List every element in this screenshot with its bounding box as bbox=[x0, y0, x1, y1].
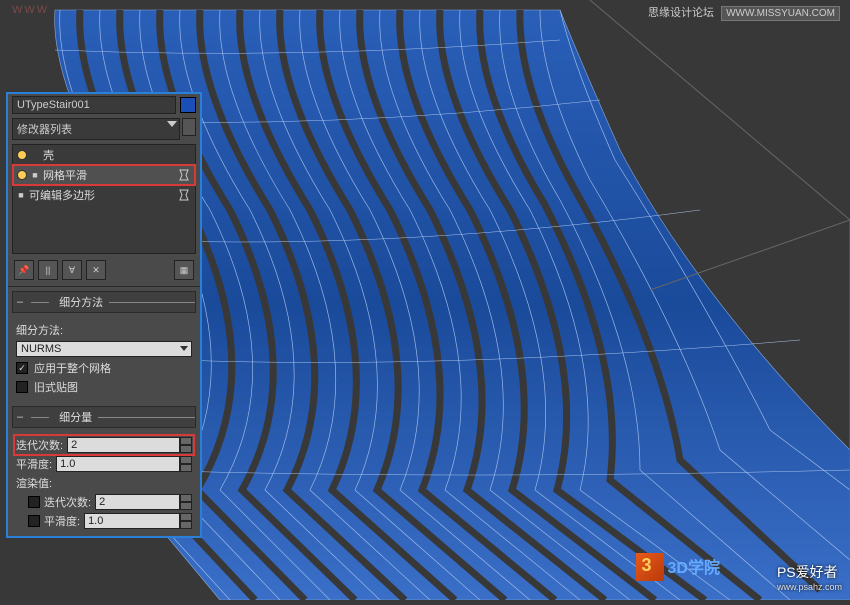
watermark-top-left: WWW bbox=[12, 4, 49, 16]
object-name-field[interactable]: UTypeStair001 bbox=[12, 96, 176, 114]
apply-whole-mesh-checkbox[interactable]: 应用于整个网格 bbox=[16, 360, 192, 376]
configure-sets-button[interactable]: ▦ bbox=[174, 260, 194, 280]
iterations-row: 迭代次数: bbox=[16, 437, 192, 453]
watermark-top-right: 思缘设计论坛 WWW.MISSYUAN.COM bbox=[648, 4, 840, 20]
stack-toolbar: 📌 || ∀ ✕ ▦ bbox=[8, 256, 200, 287]
rollout-subdivision-method[interactable]: – 细分方法 bbox=[12, 291, 196, 313]
lightbulb-icon[interactable] bbox=[17, 150, 27, 160]
iterations-input[interactable] bbox=[67, 437, 180, 453]
render-values-label: 渲染值: bbox=[16, 475, 52, 491]
checkbox-icon bbox=[16, 362, 28, 374]
remove-modifier-button[interactable]: ✕ bbox=[86, 260, 106, 280]
render-iterations-input[interactable] bbox=[95, 494, 180, 510]
modifier-sets-button[interactable] bbox=[182, 118, 196, 136]
spinner-up-button[interactable] bbox=[180, 494, 192, 502]
old-style-checkbox[interactable]: 旧式贴图 bbox=[16, 379, 192, 395]
stack-item-meshsmooth[interactable]: ■ 网格平滑 bbox=[13, 165, 195, 185]
stack-item-shell[interactable]: 壳 bbox=[13, 145, 195, 165]
modifier-stack[interactable]: 壳 ■ 网格平滑 ■ 可编辑多边形 bbox=[12, 144, 196, 254]
object-color-swatch[interactable] bbox=[180, 97, 196, 113]
spinner-up-button[interactable] bbox=[180, 437, 192, 445]
spinner-down-button[interactable] bbox=[180, 445, 192, 453]
show-end-result-icon bbox=[177, 169, 191, 181]
stack-item-editable-poly[interactable]: ■ 可编辑多边形 bbox=[13, 185, 195, 205]
method-label: 细分方法: bbox=[16, 322, 63, 338]
pin-stack-button[interactable]: 📌 bbox=[14, 260, 34, 280]
watermark-3d-logo: 3D学院 bbox=[636, 553, 720, 586]
method-dropdown[interactable]: NURMS bbox=[16, 341, 192, 357]
rollout-subdivision-amount[interactable]: – 细分量 bbox=[12, 406, 196, 428]
spinner-down-button[interactable] bbox=[180, 521, 192, 529]
render-iterations-checkbox[interactable] bbox=[28, 496, 40, 508]
spinner-down-button[interactable] bbox=[180, 502, 192, 510]
spinner-down-button[interactable] bbox=[180, 464, 192, 472]
render-smoothness-input[interactable] bbox=[84, 513, 180, 529]
spinner-up-button[interactable] bbox=[180, 456, 192, 464]
smoothness-input[interactable] bbox=[56, 456, 180, 472]
modifier-panel: UTypeStair001 修改器列表 壳 ■ 网格平滑 ■ 可编辑多边形 📌 … bbox=[6, 92, 202, 538]
spinner-up-button[interactable] bbox=[180, 513, 192, 521]
watermark-bottom-right: PS爱好者 www.psahz.com bbox=[777, 562, 842, 592]
show-end-result-button[interactable]: || bbox=[38, 260, 58, 280]
lightbulb-icon[interactable] bbox=[17, 170, 27, 180]
checkbox-icon bbox=[16, 381, 28, 393]
make-unique-button[interactable]: ∀ bbox=[62, 260, 82, 280]
show-end-result-icon bbox=[177, 189, 191, 201]
render-smoothness-checkbox[interactable] bbox=[28, 515, 40, 527]
modifier-list-dropdown[interactable]: 修改器列表 bbox=[12, 118, 180, 140]
